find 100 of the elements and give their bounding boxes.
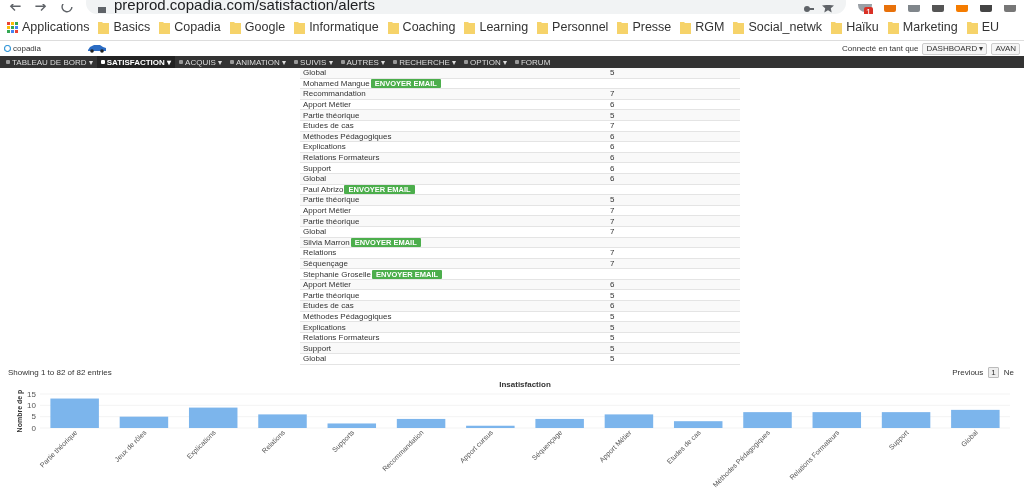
nav-menu-item[interactable]: AUTRES ▾ — [336, 56, 390, 68]
menu-item-icon — [464, 60, 469, 64]
nav-menu-item[interactable]: ANIMATION ▾ — [225, 56, 291, 68]
nav-menu-item[interactable]: ACQUIS ▾ — [175, 56, 226, 68]
person-name: Paul Abrizo — [303, 184, 344, 194]
nav-menu-item[interactable]: FORUM — [510, 56, 555, 68]
score-cell: 6 — [610, 280, 615, 290]
key-icon[interactable] — [804, 6, 814, 13]
criterion-cell: Global — [303, 354, 327, 364]
score-cell: 7 — [610, 206, 615, 215]
bar — [258, 414, 307, 428]
criterion-cell: Partie théorique — [303, 216, 360, 226]
user-label: Connecté en tant que — [841, 44, 919, 53]
bar — [673, 421, 723, 428]
score-cell: 6 — [610, 142, 615, 152]
folder-icon — [294, 20, 306, 34]
bookmark-item[interactable]: Marketing — [884, 20, 961, 34]
score-cell: 7 — [610, 259, 615, 268]
score-cell: 5 — [610, 343, 615, 353]
car-icon — [87, 44, 108, 53]
bookmark-item[interactable]: Social_netwk — [730, 20, 826, 34]
score-cell: 5 — [610, 322, 615, 332]
y-tick-label: 15 — [27, 389, 36, 399]
bookmark-item[interactable]: Informatique — [291, 20, 382, 34]
person-name: Stephanie Groselle — [303, 269, 372, 279]
address-bar[interactable]: preprod.copadia.com/satisfaction/alerts — [86, 0, 846, 14]
bookmark-item[interactable]: Copadia — [156, 20, 224, 34]
folder-icon — [537, 20, 549, 34]
folder-icon — [464, 20, 476, 34]
extension-icon[interactable] — [980, 5, 992, 14]
bookmark-item[interactable]: RGM — [677, 20, 728, 34]
bookmark-item[interactable]: Personnel — [534, 20, 612, 34]
folder-icon — [159, 20, 171, 34]
url-text: preprod.copadia.com/satisfaction/alerts — [114, 0, 375, 13]
menu-item-icon — [294, 60, 299, 64]
criterion-cell: Apport Métier — [303, 100, 352, 110]
criterion-cell: Séquençage — [303, 259, 348, 268]
score-cell: 5 — [610, 195, 615, 205]
folder-icon — [387, 20, 399, 34]
reload-icon[interactable] — [60, 4, 74, 14]
header-button[interactable]: DASHBOARD ▾ — [922, 42, 988, 55]
menu-item-icon — [229, 60, 234, 64]
nav-menu-item[interactable]: SUIVIS ▾ — [290, 56, 337, 68]
score-cell: 7 — [610, 227, 615, 237]
back-icon[interactable] — [8, 4, 22, 14]
extension-icon[interactable] — [1004, 5, 1016, 14]
nav-menu-item[interactable]: SATISFACTION ▾ — [96, 56, 176, 68]
y-tick-label: 10 — [27, 400, 36, 410]
bookmark-item[interactable]: EU — [963, 20, 1003, 34]
bookmark-item[interactable]: Presse — [614, 20, 675, 34]
bookmark-item[interactable]: Applications — [4, 20, 93, 34]
bookmark-item[interactable]: Coaching — [384, 20, 459, 34]
criterion-cell: Méthodes Pédagogiques — [303, 311, 392, 321]
header-button[interactable]: AVAN — [991, 42, 1020, 55]
person-name: Mohamed Mangue — [303, 78, 370, 88]
chart-title: Insatisfaction — [499, 380, 551, 389]
folder-icon — [98, 20, 110, 34]
criterion-cell: Apport Métier — [303, 206, 352, 215]
score-cell: 6 — [610, 131, 615, 141]
score-cell: 5 — [610, 110, 615, 120]
score-cell: 7 — [610, 121, 615, 131]
score-cell: 6 — [610, 100, 615, 110]
nav-menu-item[interactable]: OPTION ▾ — [460, 56, 511, 68]
criterion-cell: Relations Formateurs — [303, 333, 380, 343]
score-cell: 5 — [610, 68, 615, 78]
pagination-button[interactable]: Ne — [1001, 367, 1016, 377]
score-cell: 7 — [610, 248, 615, 258]
bookmark-item[interactable]: Google — [226, 20, 289, 34]
menu-item-icon — [514, 60, 519, 64]
score-cell: 6 — [610, 301, 615, 311]
person-name: Silvia Marron — [303, 237, 350, 247]
criterion-cell: Etudes de cas — [303, 301, 354, 311]
score-cell: 7 — [610, 89, 615, 99]
criterion-cell: Relations — [303, 248, 337, 258]
criterion-cell: Partie théorique — [303, 110, 360, 120]
criterion-cell: Etudes de cas — [303, 121, 354, 131]
pagination-button[interactable]: Previous — [950, 367, 986, 377]
menu-item-icon — [179, 60, 184, 64]
score-cell: 5 — [610, 290, 615, 300]
forward-icon[interactable] — [34, 4, 48, 14]
score-cell: 6 — [610, 163, 615, 173]
bar — [466, 425, 515, 428]
bookmark-item[interactable]: Basics — [95, 20, 154, 34]
extension-icon[interactable] — [932, 5, 944, 14]
star-icon[interactable] — [822, 5, 834, 13]
bookmark-item[interactable]: Haïku — [828, 20, 882, 34]
bar — [881, 412, 931, 428]
bar — [188, 407, 238, 428]
menu-item-icon — [393, 60, 398, 64]
nav-menu-item[interactable]: TABLEAU DE BORD ▾ — [2, 56, 97, 68]
score-cell: 5 — [610, 311, 615, 321]
criterion-cell: Apport Métier — [303, 280, 352, 290]
nav-menu-item[interactable]: RECHERCHE ▾ — [389, 56, 461, 68]
logo[interactable]: copadia — [4, 44, 42, 53]
pagination-button[interactable]: 1 — [988, 366, 999, 378]
bookmark-item[interactable]: Learning — [461, 20, 532, 34]
bar — [50, 398, 99, 428]
score-cell: 6 — [610, 153, 615, 163]
folder-icon — [617, 20, 629, 34]
menu-item-icon — [100, 60, 105, 64]
